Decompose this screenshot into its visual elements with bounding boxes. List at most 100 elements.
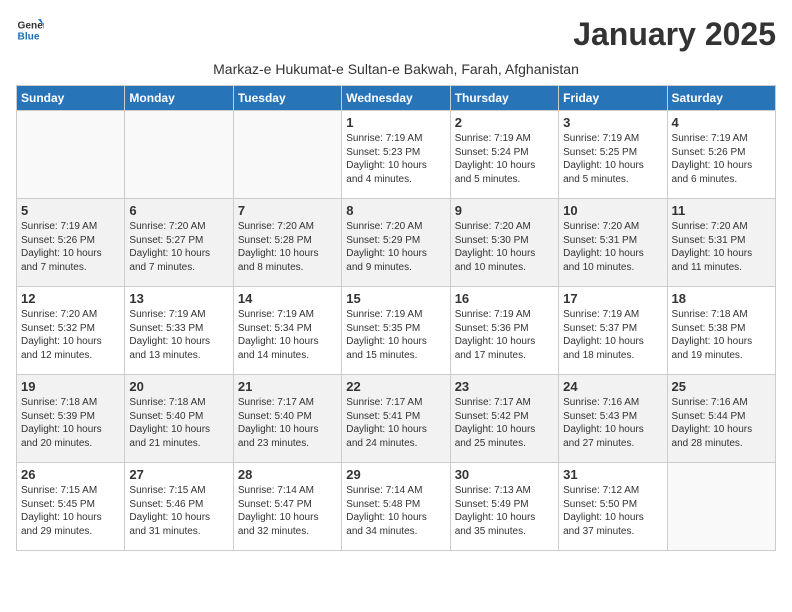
day-info: Sunrise: 7:18 AM Sunset: 5:38 PM Dayligh… <box>672 308 771 362</box>
day-info: Sunrise: 7:19 AM Sunset: 5:34 PM Dayligh… <box>238 308 337 362</box>
day-cell: 25 Sunrise: 7:16 AM Sunset: 5:44 PM Dayli… <box>667 375 775 463</box>
logo-icon: General Blue <box>16 16 44 44</box>
day-cell: 10 Sunrise: 7:20 AM Sunset: 5:31 PM Dayli… <box>559 199 667 287</box>
week-row-1: 1Sunrise: 7:19 AM Sunset: 5:23 PM Daylig… <box>17 111 776 199</box>
day-number: 29 <box>346 467 445 482</box>
day-info: Sunrise: 7:19 AM Sunset: 5:26 PM Dayligh… <box>672 132 771 186</box>
day-cell: 6 Sunrise: 7:20 AM Sunset: 5:27 PM Daylig… <box>125 199 233 287</box>
day-cell: 20 Sunrise: 7:18 AM Sunset: 5:40 PM Dayli… <box>125 375 233 463</box>
day-cell: 2 Sunrise: 7:19 AM Sunset: 5:24 PM Daylig… <box>450 111 558 199</box>
day-cell: 1Sunrise: 7:19 AM Sunset: 5:23 PM Daylig… <box>342 111 450 199</box>
day-cell: 13 Sunrise: 7:19 AM Sunset: 5:33 PM Dayli… <box>125 287 233 375</box>
day-cell: 12 Sunrise: 7:20 AM Sunset: 5:32 PM Dayli… <box>17 287 125 375</box>
day-info: Sunrise: 7:19 AM Sunset: 5:36 PM Dayligh… <box>455 308 554 362</box>
col-header-thursday: Thursday <box>450 86 558 111</box>
calendar-header-row: SundayMondayTuesdayWednesdayThursdayFrid… <box>17 86 776 111</box>
day-number: 2 <box>455 115 554 130</box>
day-cell: 27Sunrise: 7:15 AM Sunset: 5:46 PM Dayli… <box>125 463 233 551</box>
day-info: Sunrise: 7:20 AM Sunset: 5:31 PM Dayligh… <box>672 220 771 274</box>
col-header-wednesday: Wednesday <box>342 86 450 111</box>
calendar-body: 1Sunrise: 7:19 AM Sunset: 5:23 PM Daylig… <box>17 111 776 551</box>
day-cell: 8Sunrise: 7:20 AM Sunset: 5:29 PM Daylig… <box>342 199 450 287</box>
day-cell: 26 Sunrise: 7:15 AM Sunset: 5:45 PM Dayli… <box>17 463 125 551</box>
week-row-5: 26 Sunrise: 7:15 AM Sunset: 5:45 PM Dayli… <box>17 463 776 551</box>
day-number: 7 <box>238 203 337 218</box>
day-cell: 23 Sunrise: 7:17 AM Sunset: 5:42 PM Dayli… <box>450 375 558 463</box>
day-info: Sunrise: 7:14 AM Sunset: 5:48 PM Dayligh… <box>346 484 445 538</box>
day-cell: 7 Sunrise: 7:20 AM Sunset: 5:28 PM Daylig… <box>233 199 341 287</box>
day-cell: 19 Sunrise: 7:18 AM Sunset: 5:39 PM Dayli… <box>17 375 125 463</box>
day-cell <box>125 111 233 199</box>
day-number: 6 <box>129 203 228 218</box>
svg-text:Blue: Blue <box>18 31 40 42</box>
day-info: Sunrise: 7:16 AM Sunset: 5:44 PM Dayligh… <box>672 396 771 450</box>
day-info: Sunrise: 7:19 AM Sunset: 5:33 PM Dayligh… <box>129 308 228 362</box>
day-cell: 11 Sunrise: 7:20 AM Sunset: 5:31 PM Dayli… <box>667 199 775 287</box>
day-number: 10 <box>563 203 662 218</box>
day-number: 11 <box>672 203 771 218</box>
col-header-sunday: Sunday <box>17 86 125 111</box>
day-number: 30 <box>455 467 554 482</box>
day-number: 20 <box>129 379 228 394</box>
day-number: 16 <box>455 291 554 306</box>
day-info: Sunrise: 7:19 AM Sunset: 5:25 PM Dayligh… <box>563 132 662 186</box>
day-number: 22 <box>346 379 445 394</box>
col-header-friday: Friday <box>559 86 667 111</box>
subtitle: Markaz-e Hukumat-e Sultan-e Bakwah, Fara… <box>16 61 776 77</box>
calendar-table: SundayMondayTuesdayWednesdayThursdayFrid… <box>16 85 776 551</box>
day-info: Sunrise: 7:19 AM Sunset: 5:23 PM Dayligh… <box>346 132 445 186</box>
day-info: Sunrise: 7:17 AM Sunset: 5:42 PM Dayligh… <box>455 396 554 450</box>
day-info: Sunrise: 7:20 AM Sunset: 5:32 PM Dayligh… <box>21 308 120 362</box>
day-info: Sunrise: 7:16 AM Sunset: 5:43 PM Dayligh… <box>563 396 662 450</box>
day-cell: 22Sunrise: 7:17 AM Sunset: 5:41 PM Dayli… <box>342 375 450 463</box>
day-info: Sunrise: 7:20 AM Sunset: 5:30 PM Dayligh… <box>455 220 554 274</box>
col-header-saturday: Saturday <box>667 86 775 111</box>
day-number: 19 <box>21 379 120 394</box>
day-number: 3 <box>563 115 662 130</box>
day-number: 8 <box>346 203 445 218</box>
day-info: Sunrise: 7:15 AM Sunset: 5:46 PM Dayligh… <box>129 484 228 538</box>
day-number: 5 <box>21 203 120 218</box>
day-info: Sunrise: 7:18 AM Sunset: 5:40 PM Dayligh… <box>129 396 228 450</box>
day-cell <box>233 111 341 199</box>
day-info: Sunrise: 7:19 AM Sunset: 5:24 PM Dayligh… <box>455 132 554 186</box>
day-number: 24 <box>563 379 662 394</box>
day-number: 17 <box>563 291 662 306</box>
day-number: 21 <box>238 379 337 394</box>
day-info: Sunrise: 7:14 AM Sunset: 5:47 PM Dayligh… <box>238 484 337 538</box>
col-header-tuesday: Tuesday <box>233 86 341 111</box>
day-cell: 16 Sunrise: 7:19 AM Sunset: 5:36 PM Dayli… <box>450 287 558 375</box>
day-info: Sunrise: 7:19 AM Sunset: 5:37 PM Dayligh… <box>563 308 662 362</box>
svg-text:General: General <box>18 20 44 31</box>
day-cell: 9 Sunrise: 7:20 AM Sunset: 5:30 PM Daylig… <box>450 199 558 287</box>
day-number: 12 <box>21 291 120 306</box>
day-info: Sunrise: 7:20 AM Sunset: 5:27 PM Dayligh… <box>129 220 228 274</box>
day-info: Sunrise: 7:20 AM Sunset: 5:28 PM Dayligh… <box>238 220 337 274</box>
day-cell: 29 Sunrise: 7:14 AM Sunset: 5:48 PM Dayli… <box>342 463 450 551</box>
day-number: 23 <box>455 379 554 394</box>
day-number: 31 <box>563 467 662 482</box>
day-info: Sunrise: 7:20 AM Sunset: 5:31 PM Dayligh… <box>563 220 662 274</box>
page-header: General Blue January 2025 <box>16 16 776 53</box>
day-info: Sunrise: 7:17 AM Sunset: 5:40 PM Dayligh… <box>238 396 337 450</box>
day-cell <box>17 111 125 199</box>
title-block: January 2025 <box>573 16 776 53</box>
day-info: Sunrise: 7:13 AM Sunset: 5:49 PM Dayligh… <box>455 484 554 538</box>
day-info: Sunrise: 7:15 AM Sunset: 5:45 PM Dayligh… <box>21 484 120 538</box>
day-number: 18 <box>672 291 771 306</box>
day-number: 25 <box>672 379 771 394</box>
day-number: 14 <box>238 291 337 306</box>
week-row-3: 12 Sunrise: 7:20 AM Sunset: 5:32 PM Dayli… <box>17 287 776 375</box>
week-row-4: 19 Sunrise: 7:18 AM Sunset: 5:39 PM Dayli… <box>17 375 776 463</box>
day-number: 9 <box>455 203 554 218</box>
day-cell: 28Sunrise: 7:14 AM Sunset: 5:47 PM Dayli… <box>233 463 341 551</box>
day-cell: 24 Sunrise: 7:16 AM Sunset: 5:43 PM Dayli… <box>559 375 667 463</box>
day-number: 26 <box>21 467 120 482</box>
week-row-2: 5Sunrise: 7:19 AM Sunset: 5:26 PM Daylig… <box>17 199 776 287</box>
day-cell <box>667 463 775 551</box>
day-info: Sunrise: 7:18 AM Sunset: 5:39 PM Dayligh… <box>21 396 120 450</box>
day-cell: 15Sunrise: 7:19 AM Sunset: 5:35 PM Dayli… <box>342 287 450 375</box>
month-title: January 2025 <box>573 16 776 53</box>
col-header-monday: Monday <box>125 86 233 111</box>
day-number: 13 <box>129 291 228 306</box>
